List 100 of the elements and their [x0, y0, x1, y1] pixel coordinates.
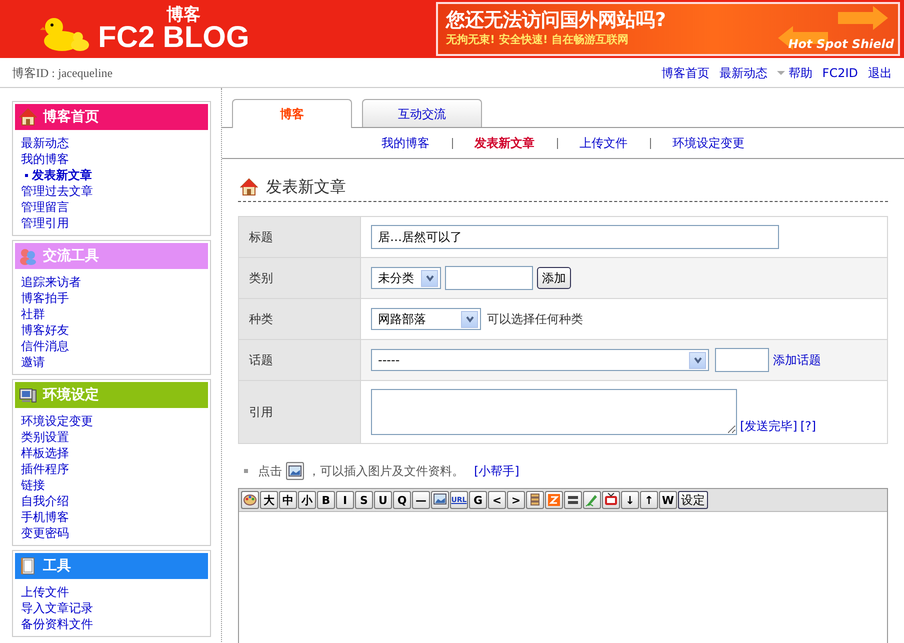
nav-link[interactable]: 帮助 — [777, 64, 812, 82]
people-icon — [19, 247, 37, 265]
notebook-icon — [19, 557, 37, 575]
sidebar-item[interactable]: 管理留言 — [21, 199, 69, 215]
sidebar-item[interactable]: 插件程序 — [21, 461, 69, 477]
sidebar-item[interactable]: 博客拍手 — [21, 290, 69, 306]
sidebar-item[interactable]: 发表新文章 — [21, 167, 92, 183]
toolbar-button[interactable]: 大 — [260, 491, 278, 509]
ad-brand: Hot Spot Shield — [788, 36, 894, 53]
settings-button[interactable]: 设定 — [678, 491, 708, 509]
picture-icon — [288, 465, 302, 477]
subnav-link[interactable]: 我的博客 — [360, 134, 452, 152]
toolbar-button[interactable]: — — [412, 491, 430, 509]
category-input[interactable] — [445, 266, 533, 290]
ad-banner[interactable]: 您还无法访问国外网站吗? 无拘无束! 安全快速! 自在畅游互联网 Hot Spot Shield — [436, 2, 900, 56]
nav-link[interactable]: 退出 — [868, 64, 892, 82]
picture-icon — [433, 493, 447, 507]
sidebar-item[interactable]: 我的博客 — [21, 151, 69, 167]
add-button[interactable]: 添加 — [537, 267, 571, 289]
sidebar-item[interactable]: 样板选择 — [21, 445, 69, 461]
pencil-icon — [585, 493, 599, 507]
sidebar-item[interactable]: 导入文章记录 — [21, 600, 93, 616]
toolbar-button[interactable]: S — [355, 491, 373, 509]
logo-text: FC2 — [98, 22, 155, 52]
field-label: 类别 — [239, 258, 361, 298]
sidebar-item[interactable]: 最新动态 — [21, 135, 69, 151]
toolbar-button[interactable]: > — [507, 491, 525, 509]
field-label: 种类 — [239, 299, 361, 339]
blog-id: 博客ID : jacequeline — [12, 64, 113, 82]
sidebar-title: 博客首页 — [43, 108, 99, 126]
tab[interactable]: 互动交流 — [362, 99, 482, 127]
sidebar-item[interactable]: 信件消息 — [21, 338, 69, 354]
toolbar-button[interactable] — [241, 491, 259, 509]
logo-icon — [547, 493, 561, 507]
field-label: 引用 — [239, 381, 361, 443]
logo-text: BLOG — [162, 22, 250, 52]
toolbar-button[interactable] — [526, 491, 544, 509]
sidebar-item[interactable]: 链接 — [21, 477, 45, 493]
subnav-link[interactable]: 发表新文章 — [452, 134, 556, 152]
subnav-link[interactable]: 环境设定变更 — [650, 134, 766, 152]
logo-caption: 博客 — [166, 6, 201, 22]
sidebar-item[interactable]: 备份资料文件 — [21, 616, 93, 632]
toolbar-button[interactable]: W — [659, 491, 677, 509]
house-icon — [19, 108, 37, 126]
genre-select[interactable]: 网路部落 — [371, 308, 481, 330]
computer-icon — [19, 386, 37, 404]
hint-text: ，可以插入图片及文件资料。 — [308, 463, 464, 480]
house-icon — [240, 178, 258, 196]
topic-input[interactable] — [715, 348, 769, 372]
ad-headline: 您还无法访问国外网站吗? — [446, 9, 666, 32]
ad-subline: 无拘无束! 安全快速! 自在畅游互联网 — [446, 32, 629, 48]
sidebar-title: 工具 — [43, 556, 71, 576]
sidebar-item[interactable]: 追踪来访者 — [21, 274, 81, 290]
toolbar-button[interactable] — [564, 491, 582, 509]
field-label: 标题 — [239, 217, 361, 257]
toolbar-button[interactable]: 小 — [298, 491, 316, 509]
add-topic-link[interactable]: 添加话题 — [773, 351, 821, 369]
sidebar-item[interactable]: 管理过去文章 — [21, 183, 93, 199]
toolbar-button[interactable]: U — [374, 491, 392, 509]
trackback-link[interactable]: [?] — [800, 417, 816, 435]
coin-stack-icon — [528, 493, 542, 507]
toolbar-button[interactable]: ↓ — [621, 491, 639, 509]
sidebar-item[interactable]: 管理引用 — [21, 215, 69, 231]
subnav-link[interactable]: 上传文件 — [558, 134, 650, 152]
sidebar-item[interactable]: 手机博客 — [21, 509, 69, 525]
toolbar-button[interactable]: ↑ — [640, 491, 658, 509]
sidebar-item[interactable]: 类别设置 — [21, 429, 69, 445]
toolbar-button[interactable] — [583, 491, 601, 509]
field-label: 话题 — [239, 340, 361, 380]
trackback-link[interactable]: [发送完毕] — [740, 417, 798, 435]
toolbar-button[interactable] — [602, 491, 620, 509]
category-select[interactable]: 未分类 — [371, 267, 441, 289]
toolbar-button[interactable]: I — [336, 491, 354, 509]
toolbar-button[interactable]: < — [488, 491, 506, 509]
title-input[interactable]: 居…居然可以了 — [371, 225, 779, 249]
nav-link[interactable]: FC2ID — [822, 64, 858, 82]
toolbar-button[interactable]: B — [317, 491, 335, 509]
toolbar-button[interactable] — [431, 491, 449, 509]
sidebar-item[interactable]: 变更密码 — [21, 525, 69, 541]
palette-icon — [243, 493, 257, 507]
insert-image-button[interactable] — [286, 462, 304, 480]
toolbar-button[interactable] — [545, 491, 563, 509]
toolbar-button[interactable]: G — [469, 491, 487, 509]
sidebar-item[interactable]: 自我介绍 — [21, 493, 69, 509]
sidebar-title: 环境设定 — [43, 386, 99, 404]
nav-link[interactable]: 最新动态 — [719, 64, 768, 82]
sidebar-item[interactable]: 上传文件 — [21, 584, 69, 600]
sidebar-item[interactable]: 社群 — [21, 306, 45, 322]
hint-text: 点击 — [258, 463, 282, 480]
genre-hint: 可以选择任何种类 — [487, 311, 583, 328]
sidebar-item[interactable]: 邀请 — [21, 354, 45, 370]
sidebar-item[interactable]: 环境设定变更 — [21, 413, 93, 429]
tv-icon — [604, 493, 618, 507]
topic-select[interactable]: ----- — [371, 349, 709, 371]
toolbar-button[interactable]: 中 — [279, 491, 297, 509]
helper-link[interactable]: [小帮手] — [474, 462, 520, 480]
nav-link[interactable]: 博客首页 — [661, 64, 710, 82]
sidebar-item[interactable]: 博客好友 — [21, 322, 69, 338]
toolbar-button[interactable]: Q — [393, 491, 411, 509]
trackback-textarea[interactable] — [371, 389, 737, 435]
